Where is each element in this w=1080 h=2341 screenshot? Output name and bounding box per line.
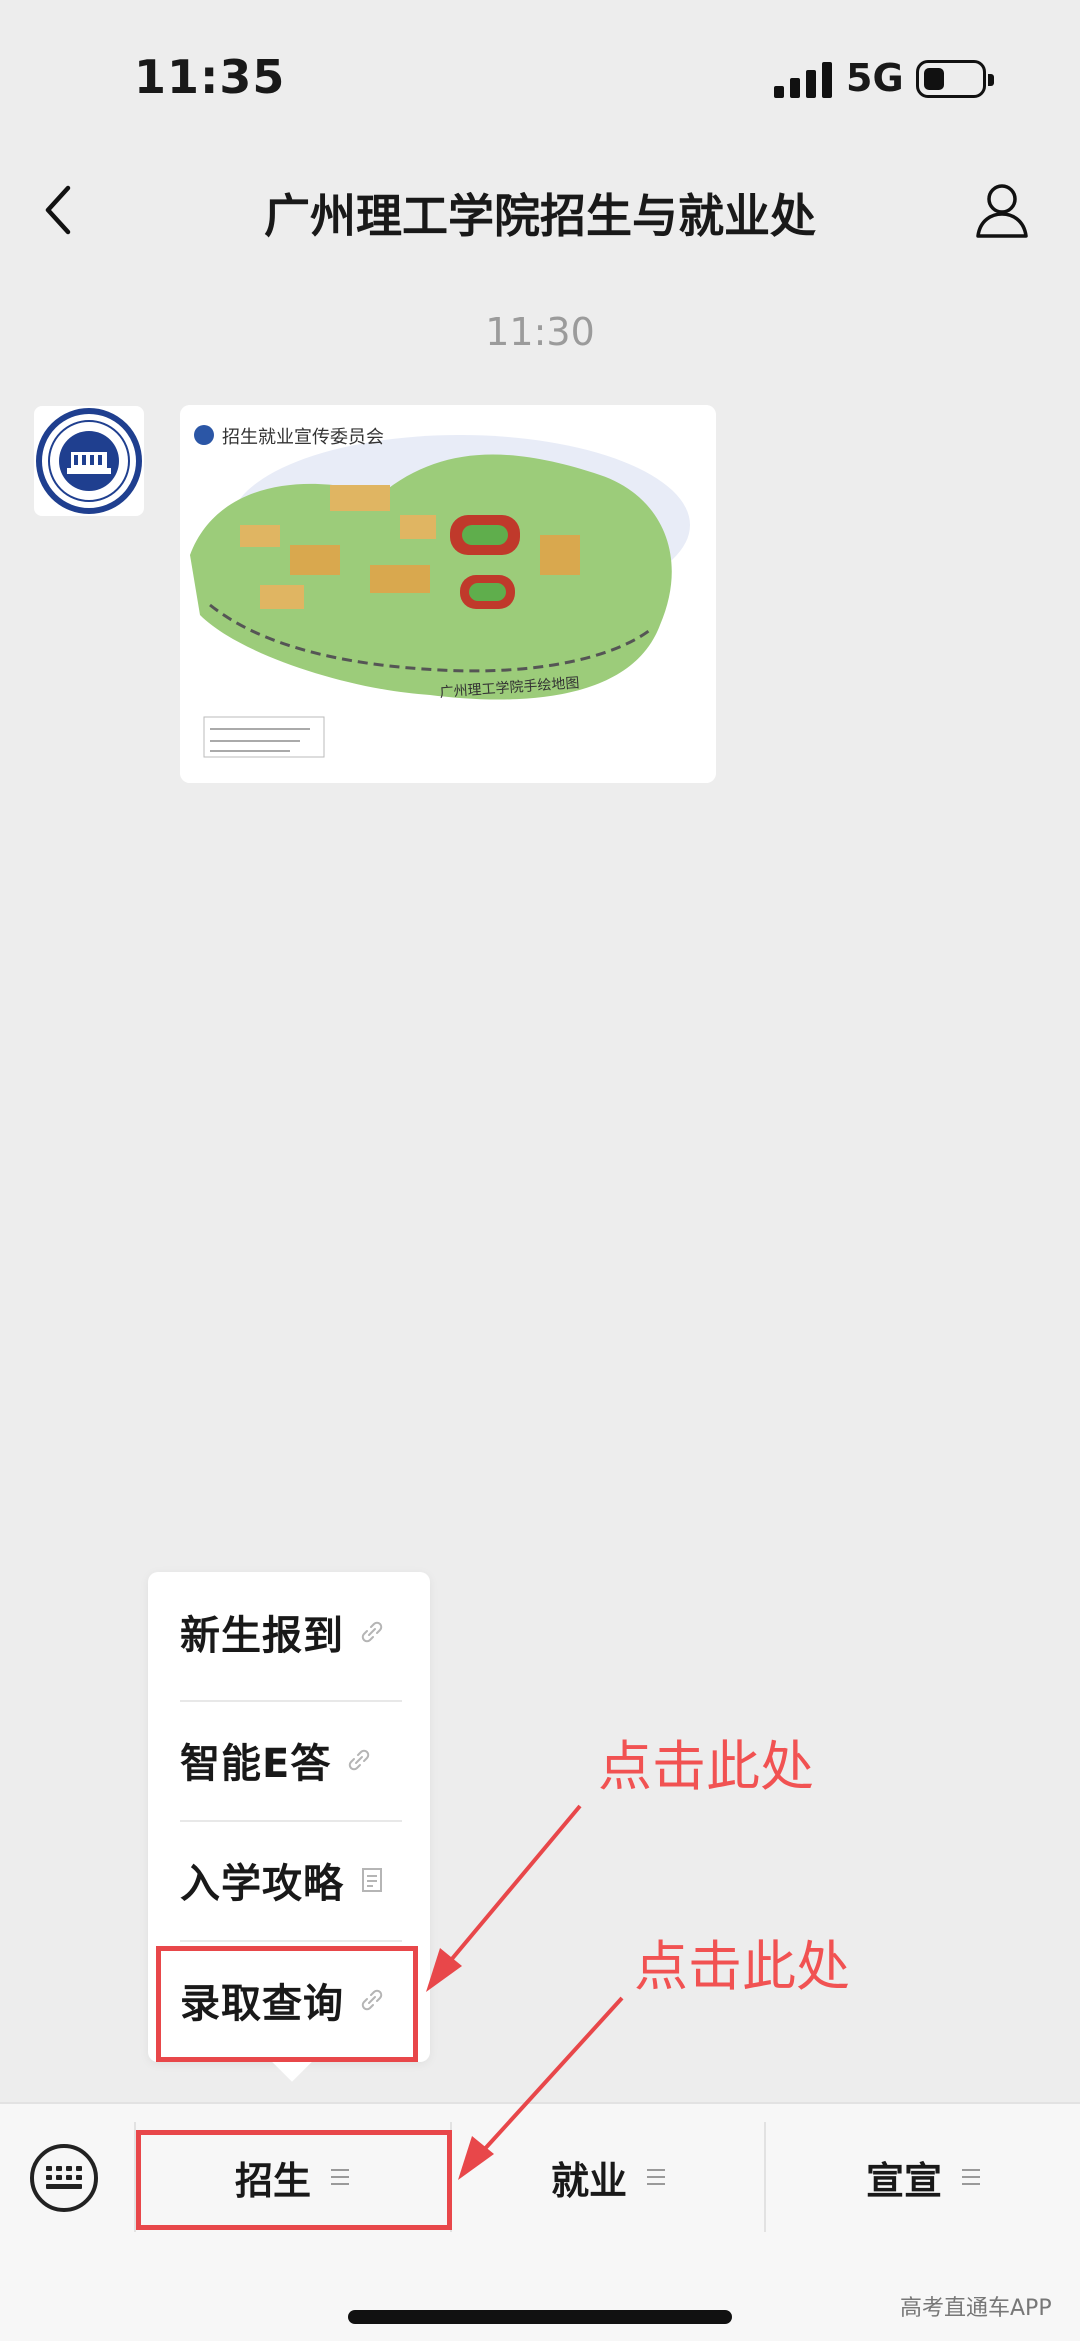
campus-map-image[interactable]: 招生就业宣传委员会 广州理工学院手绘地图 [180,405,716,783]
map-header: 招生就业宣传委员会 [222,427,384,448]
menu-item-label: 新生报到 [180,1613,344,1659]
menu-lines-icon [647,2169,665,2185]
annotation-hint: 点击此处 [634,1935,850,1998]
tab-employment[interactable]: 就业 [452,2112,764,2242]
menu-item-label: 入学攻略 [180,1861,344,1907]
menu-lines-icon [962,2169,980,2185]
link-icon [345,1746,373,1774]
home-indicator[interactable] [348,2310,732,2324]
annotation-hint: 点击此处 [598,1735,814,1798]
account-avatar[interactable] [34,406,144,516]
highlight-box-admission-query [156,1946,418,2062]
menu-item-label: 智能E答 [180,1741,332,1787]
article-icon [358,1866,386,1894]
network-type: 5G [846,56,904,100]
page-title: 广州理工学院招生与就业处 [264,189,816,243]
keyboard-toggle-icon[interactable] [30,2144,98,2212]
status-time: 11:35 [134,50,286,104]
highlight-box-admissions-tab [136,2130,452,2230]
menu-item-smart-answer[interactable]: 智能E答 [180,1700,398,1820]
tab-xuanxuan[interactable]: 宣宣 [766,2112,1080,2242]
battery-icon [916,60,994,98]
tab-label: 就业 [550,2158,627,2203]
signal-icon [774,62,832,98]
profile-icon[interactable] [972,180,1032,240]
chat-timestamp: 11:30 [485,310,595,354]
link-icon [358,1618,386,1646]
menu-item-enrollment-guide[interactable]: 入学攻略 [180,1820,398,1940]
tab-label: 宣宣 [865,2158,942,2203]
watermark: 高考直通车APP [900,2296,1052,2321]
menu-item-new-student[interactable]: 新生报到 [180,1572,398,1692]
